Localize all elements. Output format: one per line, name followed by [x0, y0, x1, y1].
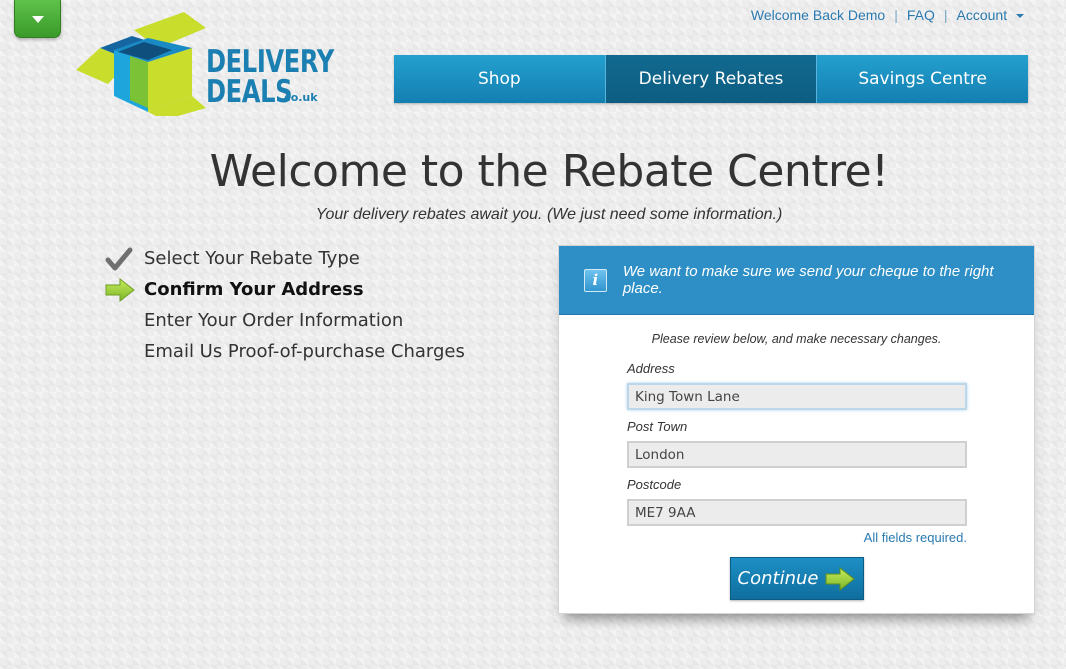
- panel-instructions: Please review below, and make necessary …: [651, 332, 942, 346]
- nav-item-shop[interactable]: Shop: [394, 55, 606, 103]
- postcode-input[interactable]: [627, 499, 967, 526]
- link-separator: |: [894, 7, 898, 23]
- top-links: Welcome Back Demo | FAQ | Account: [751, 7, 1024, 23]
- step-item: Select Your Rebate Type: [104, 243, 465, 274]
- page-title: Welcome to the Rebate Centre!: [209, 146, 889, 197]
- logo[interactable]: DELIVERY DEALS .co.uk: [72, 8, 334, 116]
- step-item: Enter Your Order Information: [104, 305, 465, 336]
- panel-header-text: We want to make sure we send your cheque…: [622, 263, 994, 297]
- post-town-label: Post Town: [627, 419, 688, 434]
- post-town-input[interactable]: [627, 441, 967, 468]
- address-panel: i We want to make sure we send your cheq…: [558, 245, 1035, 614]
- info-icon: i: [584, 268, 607, 292]
- arrow-right-icon: [105, 277, 135, 302]
- panel-header: i We want to make sure we send your cheq…: [559, 246, 1034, 315]
- continue-button[interactable]: Continue: [730, 557, 864, 600]
- welcome-link[interactable]: Welcome Back Demo: [751, 7, 885, 23]
- required-note: All fields required.: [863, 530, 967, 545]
- link-separator: |: [943, 7, 948, 23]
- continue-button-label: Continue: [737, 568, 819, 589]
- faq-link[interactable]: FAQ: [907, 7, 935, 23]
- nav-item-savings-centre[interactable]: Savings Centre: [817, 55, 1029, 103]
- step-label: Enter Your Order Information: [144, 310, 404, 331]
- account-link-label: Account: [956, 7, 1008, 23]
- address-label: Address: [627, 361, 675, 376]
- nav-item-delivery-rebates[interactable]: Delivery Rebates: [605, 55, 818, 103]
- steps-list: Select Your Rebate Type Confirm Your Add…: [104, 243, 465, 367]
- box-logo-icon: [76, 12, 206, 116]
- account-link[interactable]: Account: [957, 7, 1024, 23]
- step-item: Email Us Proof-of-purchase Charges: [104, 336, 465, 367]
- main-nav: Shop Delivery Rebates Savings Centre: [394, 55, 1029, 103]
- step-label: Confirm Your Address: [144, 279, 364, 300]
- step-label: Select Your Rebate Type: [144, 248, 360, 269]
- logo-text-suffix: .co.uk: [280, 91, 318, 104]
- address-input[interactable]: [627, 383, 967, 410]
- step-label: Email Us Proof-of-purchase Charges: [144, 341, 465, 362]
- arrow-right-icon: [825, 566, 856, 591]
- chevron-down-icon: [31, 15, 44, 23]
- dropdown-toggle-button[interactable]: [14, 0, 61, 38]
- caret-down-icon: [1016, 14, 1024, 19]
- postcode-label: Postcode: [627, 477, 682, 492]
- page-subtitle: Your delivery rebates await you. (We jus…: [315, 206, 783, 223]
- step-item-current: Confirm Your Address: [104, 274, 465, 305]
- check-icon: [105, 247, 133, 270]
